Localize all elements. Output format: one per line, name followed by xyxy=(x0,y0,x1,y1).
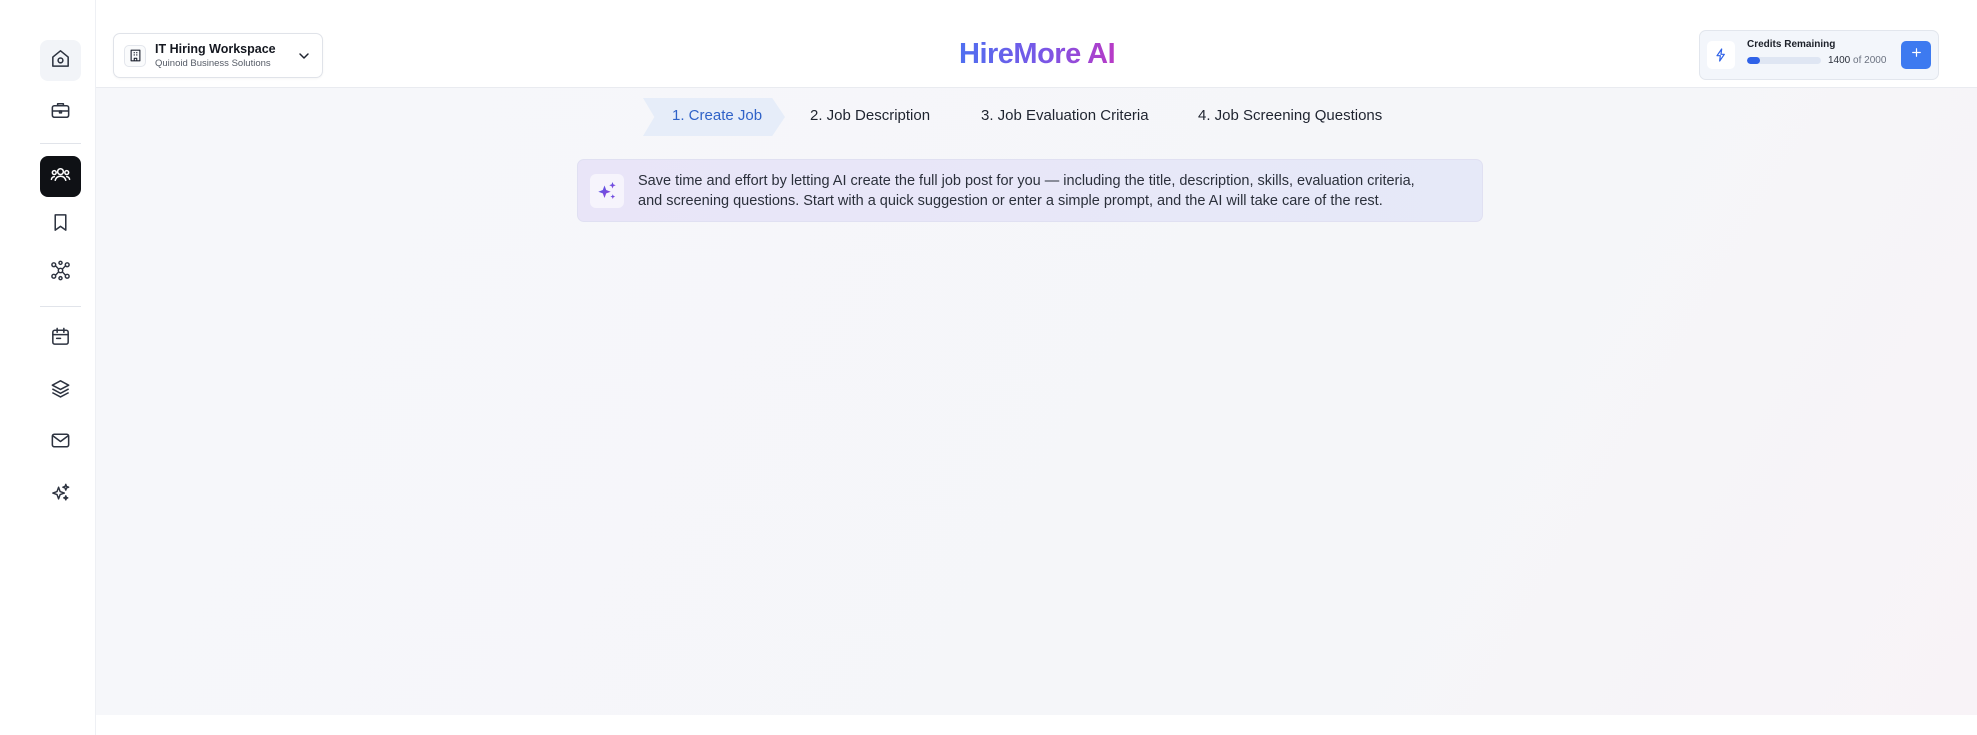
workspace-switcher[interactable]: IT Hiring Workspace Quinoid Business Sol… xyxy=(113,33,323,78)
building-icon xyxy=(124,44,146,67)
step-screening-questions[interactable]: 4. Job Screening Questions xyxy=(1198,95,1382,135)
nav-divider xyxy=(40,143,81,144)
nav-divider xyxy=(40,306,81,307)
step-create-job[interactable]: 1. Create Job xyxy=(672,95,762,135)
workspace-subtitle: Quinoid Business Solutions xyxy=(155,57,271,69)
credits-of: of xyxy=(1853,55,1862,66)
nav-calendar[interactable] xyxy=(40,318,81,359)
credits-used: 1400 xyxy=(1828,55,1851,66)
home-icon xyxy=(49,47,72,75)
nav-candidates[interactable] xyxy=(40,156,81,197)
top-header: IT Hiring Workspace Quinoid Business Sol… xyxy=(96,0,1977,88)
step-evaluation-criteria[interactable]: 3. Job Evaluation Criteria xyxy=(981,95,1149,135)
ai-info-line-1: Save time and effort by letting AI creat… xyxy=(638,172,1415,189)
layers-icon xyxy=(49,377,72,405)
credits-total: 2000 xyxy=(1864,55,1887,66)
credits-count: 1400 of 2000 xyxy=(1828,55,1886,66)
bolt-icon xyxy=(1707,41,1735,69)
nav-mail[interactable] xyxy=(40,422,81,463)
workspace-title: IT Hiring Workspace xyxy=(155,41,276,56)
nav-saved[interactable] xyxy=(40,204,81,245)
bookmark-icon xyxy=(49,211,72,239)
credits-label: Credits Remaining xyxy=(1747,39,1836,50)
sidebar xyxy=(0,0,96,735)
sparkles-icon xyxy=(49,481,72,509)
credits-progress-bar xyxy=(1747,57,1821,64)
ai-info-text: Save time and effort by letting AI creat… xyxy=(638,171,1415,211)
mail-icon xyxy=(49,429,72,457)
sparkles-icon xyxy=(590,173,624,208)
brand-logo: HireMore AI xyxy=(959,38,1116,70)
nav-network[interactable] xyxy=(40,252,81,293)
briefcase-icon xyxy=(49,99,72,127)
add-credits-button[interactable] xyxy=(1901,41,1931,69)
nav-ai[interactable] xyxy=(40,474,81,515)
step-job-description[interactable]: 2. Job Description xyxy=(810,95,930,135)
ai-info-banner: Save time and effort by letting AI creat… xyxy=(577,159,1483,222)
ai-info-line-2: and screening questions. Start with a qu… xyxy=(638,192,1383,209)
plus-icon xyxy=(1910,46,1923,64)
nav-layers[interactable] xyxy=(40,370,81,411)
main-content: 1. Create Job 2. Job Description 3. Job … xyxy=(96,88,1977,715)
users-group-icon xyxy=(49,163,72,191)
nav-jobs[interactable] xyxy=(40,92,81,133)
credits-progress-fill xyxy=(1747,57,1761,64)
network-icon xyxy=(49,259,72,287)
page-footer-space xyxy=(96,715,1977,735)
calendar-icon xyxy=(49,325,72,353)
nav-home[interactable] xyxy=(40,40,81,81)
job-steps: 1. Create Job 2. Job Description 3. Job … xyxy=(96,95,1977,136)
credits-widget: Credits Remaining 1400 of 2000 xyxy=(1699,30,1939,80)
chevron-down-icon xyxy=(296,48,312,64)
